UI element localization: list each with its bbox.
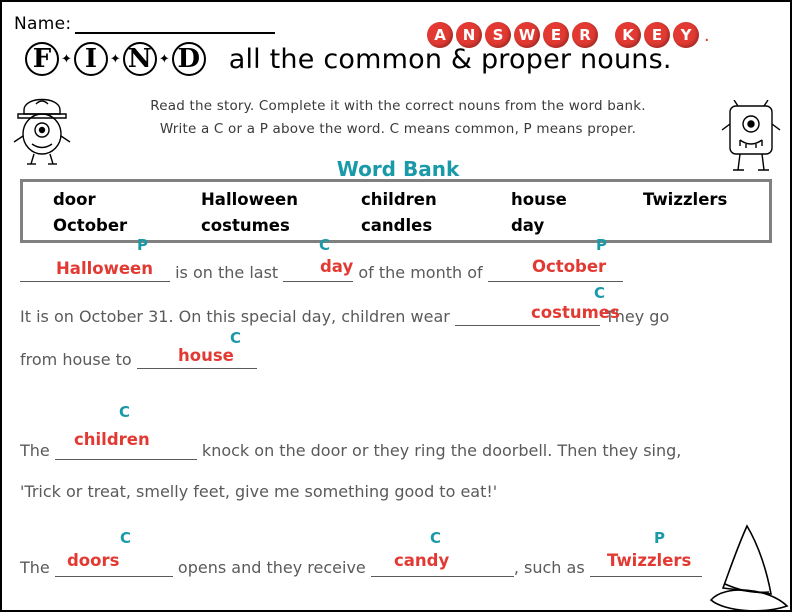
story-text: is on the last bbox=[170, 263, 284, 282]
word-bank-word: door bbox=[53, 190, 96, 209]
worksheet-title: F ✦ I ✦ N ✦ D all the common & proper no… bbox=[24, 42, 672, 76]
star-icon: ✦ bbox=[61, 51, 72, 66]
find-word: F ✦ I ✦ N ✦ D bbox=[24, 42, 207, 76]
monster-character-right-icon bbox=[720, 100, 782, 174]
worksheet-page: Name: A N S W E R K E Y . F ✦ I ✦ N ✦ D … bbox=[0, 0, 792, 612]
student-answer: Twizzlers bbox=[607, 551, 692, 570]
student-answer: house bbox=[178, 346, 234, 365]
student-answer: children bbox=[74, 430, 150, 449]
word-bank-word: costumes bbox=[201, 216, 290, 235]
word-bank-title: Word Bank bbox=[336, 157, 460, 181]
student-answer: day bbox=[320, 257, 354, 276]
directions-block: Read the story. Complete it with the cor… bbox=[2, 98, 790, 137]
word-bank-box: door Halloween children house Twizzlers … bbox=[20, 179, 772, 243]
story-text: The bbox=[20, 441, 55, 460]
word-bank-word: Halloween bbox=[201, 190, 298, 209]
student-answer: Halloween bbox=[56, 259, 153, 278]
direction-line-2: Write a C or a P above the word. C means… bbox=[159, 121, 637, 137]
story-text: 'Trick or treat, smelly feet, give me so… bbox=[20, 482, 498, 501]
direction-line-1: Read the story. Complete it with the cor… bbox=[150, 98, 646, 114]
student-answer: candy bbox=[394, 551, 450, 570]
story-text: It is on October 31. On this special day… bbox=[20, 307, 455, 326]
noun-mark: C bbox=[119, 403, 131, 421]
name-label: Name: bbox=[14, 14, 72, 34]
word-bank-word: day bbox=[511, 216, 545, 235]
find-letter: F bbox=[25, 42, 59, 76]
word-bank-word: Twizzlers bbox=[643, 190, 728, 209]
story-text: from house to bbox=[20, 350, 137, 369]
noun-mark: C bbox=[319, 236, 331, 254]
name-field-row: Name: bbox=[14, 14, 276, 34]
noun-mark: C bbox=[430, 529, 442, 547]
star-icon: ✦ bbox=[109, 51, 121, 66]
word-bank-word: candles bbox=[361, 216, 433, 235]
word-bank-word: October bbox=[53, 216, 128, 235]
student-answer: October bbox=[532, 257, 607, 276]
noun-mark: P bbox=[654, 529, 665, 547]
monster-character-left-icon bbox=[10, 84, 74, 166]
story-text: opens and they receive bbox=[172, 558, 371, 577]
star-icon: ✦ bbox=[158, 51, 170, 66]
story-line-5: 'Trick or treat, smelly feet, give me so… bbox=[20, 482, 780, 501]
story-text: , such as bbox=[513, 558, 590, 577]
find-letter: N bbox=[122, 42, 157, 76]
answer-key-letter: Y bbox=[673, 22, 699, 48]
noun-mark: P bbox=[137, 236, 148, 254]
find-letter: I bbox=[73, 42, 108, 76]
word-bank-grid: door Halloween children house Twizzlers … bbox=[23, 182, 769, 237]
name-input-line[interactable] bbox=[75, 16, 276, 34]
story-line-2: It is on October 31. On this special day… bbox=[20, 307, 780, 326]
story-line-3: from house to bbox=[20, 350, 780, 369]
student-answer: costumes bbox=[531, 303, 620, 322]
student-answer: doors bbox=[67, 551, 120, 570]
noun-mark: C bbox=[120, 529, 132, 547]
story-area: is on the last of the month of Halloween… bbox=[2, 236, 790, 610]
story-text: knock on the door or they ring the doorb… bbox=[196, 441, 682, 460]
noun-mark: C bbox=[594, 284, 606, 302]
word-bank-word: house bbox=[511, 190, 567, 209]
noun-mark: P bbox=[596, 236, 607, 254]
word-bank-word: children bbox=[361, 190, 437, 209]
story-text: The bbox=[20, 558, 55, 577]
title-remainder: all the common & proper nouns. bbox=[228, 43, 672, 75]
witch-hat-icon bbox=[707, 522, 790, 610]
noun-mark: C bbox=[230, 329, 242, 347]
word-bank-word-empty bbox=[643, 214, 769, 237]
story-text: of the month of bbox=[353, 263, 488, 282]
answer-key-period: . bbox=[704, 24, 710, 46]
find-letter: D bbox=[171, 42, 206, 76]
